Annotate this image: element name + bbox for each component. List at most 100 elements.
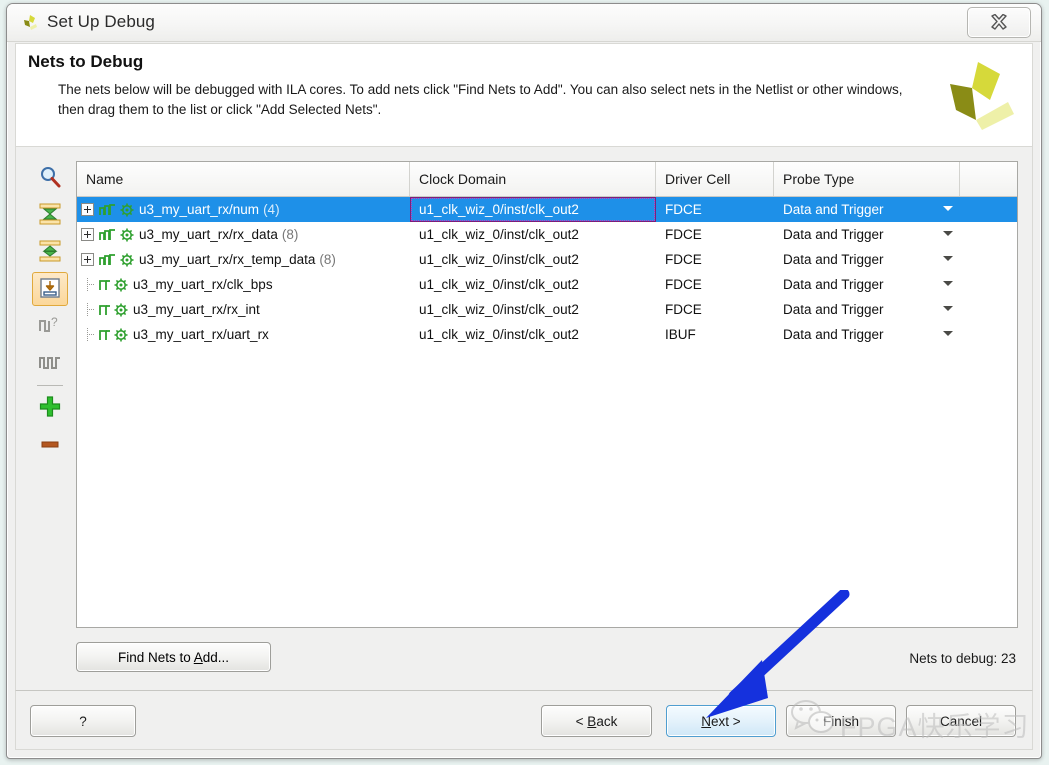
tree-line-icon <box>81 328 94 341</box>
column-header-clock-domain[interactable]: Clock Domain <box>410 162 656 196</box>
cell-driver-cell[interactable]: FDCE <box>656 197 774 222</box>
waveform-icon <box>98 302 112 318</box>
help-label: ? <box>79 713 87 729</box>
chevron-down-icon[interactable] <box>943 256 953 261</box>
nets-unknown-clock-tool[interactable]: ? <box>32 309 68 343</box>
net-name: u3_my_uart_rx/rx_data <box>139 227 278 242</box>
cell-probe-type[interactable]: Data and Trigger <box>774 197 960 222</box>
table-header-row: Name Clock Domain Driver Cell Probe Type <box>77 162 1017 197</box>
chevron-down-icon[interactable] <box>943 231 953 236</box>
cell-name[interactable]: u3_my_uart_rx/clk_bps <box>77 272 410 297</box>
cell-driver-cell[interactable]: FDCE <box>656 272 774 297</box>
find-nets-label: Find Nets to Add... <box>117 649 230 665</box>
chevron-down-icon[interactable] <box>943 331 953 336</box>
table-row[interactable]: u3_my_uart_rx/uart_rx u1_clk_wiz_0/inst/c… <box>77 322 1017 347</box>
expand-toggle-icon[interactable] <box>81 203 94 216</box>
back-label: < Back <box>575 713 618 729</box>
cell-clock-domain[interactable]: u1_clk_wiz_0/inst/clk_out2 <box>410 322 656 347</box>
column-header-driver-cell[interactable]: Driver Cell <box>656 162 774 196</box>
cell-clock-domain[interactable]: u1_clk_wiz_0/inst/clk_out2 <box>410 197 656 222</box>
cell-driver-cell[interactable]: IBUF <box>656 322 774 347</box>
nets-toolbar: ? <box>32 161 76 465</box>
table-row[interactable]: u3_my_uart_rx/clk_bps u1_clk_wiz_0/inst/c… <box>77 272 1017 297</box>
net-name: u3_my_uart_rx/rx_int <box>133 302 260 317</box>
table-row[interactable]: u3_my_uart_rx/num (4) u1_clk_wiz_0/inst/cl… <box>77 197 1017 222</box>
cell-name[interactable]: u3_my_uart_rx/rx_data (8) <box>77 222 410 247</box>
add-selected-nets-tool[interactable] <box>32 272 68 306</box>
page-description: The nets below will be debugged with ILA… <box>58 82 903 117</box>
cell-name[interactable]: u3_my_uart_rx/rx_temp_data (8) <box>77 247 410 272</box>
driver-cell-value: FDCE <box>665 302 702 317</box>
cell-clock-domain[interactable]: u1_clk_wiz_0/inst/clk_out2 <box>410 272 656 297</box>
svg-text:?: ? <box>51 315 58 329</box>
net-name: u3_my_uart_rx/clk_bps <box>133 277 273 292</box>
probe-type-value: Data and Trigger <box>783 277 884 292</box>
cell-probe-type[interactable]: Data and Trigger <box>774 247 960 272</box>
finish-label: Finish <box>822 713 859 729</box>
next-button[interactable]: Next > <box>666 705 776 737</box>
chevron-down-icon[interactable] <box>943 306 953 311</box>
cell-driver-cell[interactable]: FDCE <box>656 222 774 247</box>
clock-domain-tool[interactable] <box>32 346 68 380</box>
cell-name[interactable]: u3_my_uart_rx/rx_int <box>77 297 410 322</box>
find-nets-to-add-button[interactable]: Find Nets to Add... <box>76 642 271 672</box>
probe-type-value: Data and Trigger <box>783 227 884 242</box>
cell-probe-type[interactable]: Data and Trigger <box>774 272 960 297</box>
plus-icon <box>38 395 62 422</box>
cell-driver-cell[interactable]: FDCE <box>656 247 774 272</box>
cell-driver-cell[interactable]: FDCE <box>656 297 774 322</box>
clock-domain-value: u1_clk_wiz_0/inst/clk_out2 <box>419 252 579 267</box>
collapse-all-tool[interactable] <box>32 198 68 232</box>
cell-name[interactable]: u3_my_uart_rx/uart_rx <box>77 322 410 347</box>
bus-width: (4) <box>263 202 280 217</box>
set-up-debug-dialog: Set Up Debug Nets to Debug The nets belo… <box>6 3 1042 759</box>
cell-probe-type[interactable]: Data and Trigger <box>774 297 960 322</box>
cell-spacer <box>960 197 1017 222</box>
clock-domain-value: u1_clk_wiz_0/inst/clk_out2 <box>419 327 579 342</box>
page-title: Nets to Debug <box>28 52 144 71</box>
remove-net-tool[interactable] <box>32 428 68 462</box>
cell-probe-type[interactable]: Data and Trigger <box>774 322 960 347</box>
driver-cell-value: FDCE <box>665 252 702 267</box>
back-button[interactable]: < Back <box>541 705 652 737</box>
import-nets-icon <box>39 277 61 302</box>
add-net-tool[interactable] <box>32 391 68 425</box>
finish-button[interactable]: Finish <box>786 705 896 737</box>
nets-table[interactable]: Name Clock Domain Driver Cell Probe Type… <box>76 161 1018 628</box>
probe-type-value: Data and Trigger <box>783 302 884 317</box>
chevron-down-icon[interactable] <box>943 281 953 286</box>
column-header-name[interactable]: Name <box>77 162 410 196</box>
expand-toggle-icon[interactable] <box>81 253 94 266</box>
waveform-icon <box>98 252 118 268</box>
cell-clock-domain[interactable]: u1_clk_wiz_0/inst/clk_out2 <box>410 222 656 247</box>
chevron-down-icon[interactable] <box>943 206 953 211</box>
tree-line-icon <box>81 278 94 291</box>
table-row[interactable]: u3_my_uart_rx/rx_int u1_clk_wiz_0/inst/cl… <box>77 297 1017 322</box>
net-gear-icon <box>114 278 128 292</box>
net-gear-icon <box>120 203 134 217</box>
cell-clock-domain[interactable]: u1_clk_wiz_0/inst/clk_out2 <box>410 247 656 272</box>
find-nets-tool[interactable] <box>32 161 68 195</box>
net-gear-icon <box>120 228 134 242</box>
cell-probe-type[interactable]: Data and Trigger <box>774 222 960 247</box>
table-row[interactable]: u3_my_uart_rx/rx_data (8) u1_clk_wiz_0/ins… <box>77 222 1017 247</box>
column-header-probe-type[interactable]: Probe Type <box>774 162 960 196</box>
footer-bar: ? < Back Next > Finish Cancel <box>15 690 1033 750</box>
expand-all-tool[interactable] <box>32 235 68 269</box>
title-bar: Set Up Debug <box>7 4 1041 42</box>
driver-cell-value: FDCE <box>665 277 702 292</box>
cancel-button[interactable]: Cancel <box>906 705 1016 737</box>
expand-toggle-icon[interactable] <box>81 228 94 241</box>
search-icon <box>38 165 62 192</box>
driver-cell-value: FDCE <box>665 202 702 217</box>
help-button[interactable]: ? <box>30 705 136 737</box>
clock-domain-value: u1_clk_wiz_0/inst/clk_out2 <box>419 277 579 292</box>
table-body: u3_my_uart_rx/num (4) u1_clk_wiz_0/inst/cl… <box>77 197 1017 347</box>
cell-spacer <box>960 272 1017 297</box>
tree-line-icon <box>81 303 94 316</box>
cell-clock-domain[interactable]: u1_clk_wiz_0/inst/clk_out2 <box>410 297 656 322</box>
cell-name[interactable]: u3_my_uart_rx/num (4) <box>77 197 410 222</box>
close-button[interactable] <box>967 7 1031 38</box>
table-row[interactable]: u3_my_uart_rx/rx_temp_data (8) u1_clk_wiz_… <box>77 247 1017 272</box>
driver-cell-value: FDCE <box>665 227 702 242</box>
